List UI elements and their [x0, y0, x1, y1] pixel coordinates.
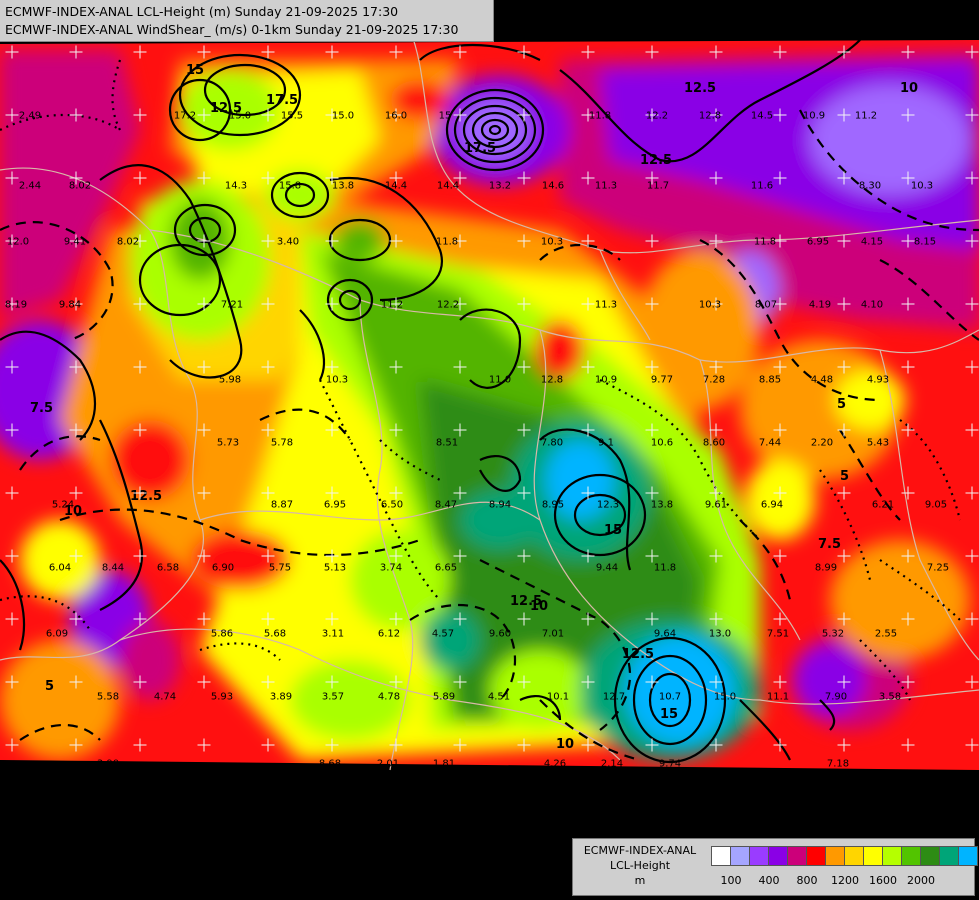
legend-swatch	[882, 846, 902, 866]
contour-label: 17.5	[266, 93, 298, 108]
header-title-lcl: ECMWF-INDEX-ANAL LCL-Height (m) Sunday 2…	[5, 4, 399, 19]
contour-label: 10	[64, 504, 82, 519]
contour-label: 17.5	[464, 141, 496, 156]
legend-swatch	[749, 846, 769, 866]
contour-label: 12.5	[130, 489, 162, 504]
contour-label: 15	[604, 523, 622, 538]
legend-swatch	[787, 846, 807, 866]
legend-swatch	[711, 846, 731, 866]
weather-map: 17.5 15 12.5 10 7.5 5 17.5 12.5 15 12.5 10 7.5 12.5 1…	[0, 29, 979, 771]
legend-swatch	[768, 846, 788, 866]
contour-label: 15	[186, 63, 204, 78]
legend-tick-label: 1200	[831, 874, 859, 887]
legend-tick-label: 400	[758, 874, 780, 887]
contour-label: 12.5	[640, 153, 672, 168]
legend-parameter: LCL-Height	[609, 859, 671, 872]
legend-tick-label: 2000	[907, 874, 935, 887]
legend-tick-label: 1600	[869, 874, 897, 887]
legend-swatch	[958, 846, 978, 866]
color-legend: ECMWF-INDEX-ANAL LCL-Height m 100 400 800 1…	[572, 838, 978, 896]
legend-unit: m	[634, 874, 646, 887]
legend-tick-label: 100	[720, 874, 742, 887]
contour-label: 7.5	[30, 401, 53, 416]
legend-swatch	[806, 846, 826, 866]
legend-swatch	[920, 846, 940, 866]
contour-label: 12.5	[510, 594, 542, 609]
contour-label: 12.5	[210, 101, 242, 116]
legend-swatch	[901, 846, 921, 866]
contour-label: 15	[660, 707, 678, 722]
contour-label: 10	[556, 737, 574, 752]
contour-label: 5	[45, 679, 54, 694]
legend-model: ECMWF-INDEX-ANAL	[583, 844, 697, 857]
contour-label: 7.5	[818, 537, 841, 552]
legend-swatch	[730, 846, 750, 866]
contour-label: 5	[837, 397, 846, 412]
legend-caption: ECMWF-INDEX-ANAL LCL-Height m	[573, 843, 707, 888]
legend-swatch	[825, 846, 845, 866]
contour-label: 12.5	[684, 81, 716, 96]
contour-label: 10	[900, 81, 918, 96]
legend-swatch	[863, 846, 883, 866]
map-header: ECMWF-INDEX-ANAL LCL-Height (m) Sunday 2…	[0, 0, 494, 42]
contour-label: 12.5	[622, 647, 654, 662]
legend-tick-label: 800	[796, 874, 818, 887]
header-title-windshear: ECMWF-INDEX-ANAL WindShear_ (m/s) 0-1km …	[5, 22, 459, 37]
legend-swatch	[844, 846, 864, 866]
legend-swatch	[939, 846, 959, 866]
contour-label: 5	[840, 469, 849, 484]
